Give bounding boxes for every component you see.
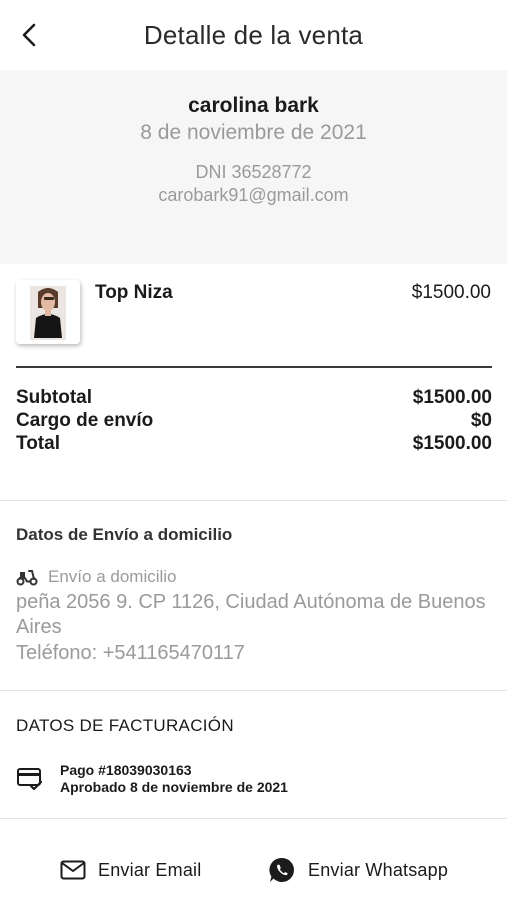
shipping-cost-row: Cargo de envío $0 bbox=[16, 409, 492, 432]
section-divider bbox=[0, 500, 507, 501]
product-image bbox=[16, 280, 80, 344]
payment-status: Aprobado 8 de noviembre de 2021 bbox=[60, 779, 288, 795]
scooter-icon bbox=[16, 570, 38, 586]
credit-card-check-icon bbox=[17, 768, 43, 791]
shipping-method-label: Envío a domicilio bbox=[48, 567, 177, 586]
action-bar: Enviar Email Enviar Whatsapp bbox=[0, 845, 507, 895]
subtotal-row: Subtotal $1500.00 bbox=[16, 386, 492, 409]
product-price: $1500.00 bbox=[411, 282, 491, 303]
customer-name: carolina bark bbox=[188, 94, 319, 117]
totals-summary: Subtotal $1500.00 Cargo de envío $0 Tota… bbox=[16, 386, 492, 455]
send-email-button[interactable]: Enviar Email bbox=[60, 845, 201, 895]
shipping-cost-label: Cargo de envío bbox=[16, 410, 154, 431]
shipping-phone[interactable]: Teléfono: +541165470117 bbox=[16, 642, 245, 665]
mail-icon bbox=[60, 860, 86, 880]
total-value: $1500.00 bbox=[412, 433, 492, 454]
customer-email[interactable]: carobark91@gmail.com bbox=[0, 185, 507, 206]
whatsapp-icon bbox=[269, 857, 294, 882]
send-whatsapp-label: Enviar Whatsapp bbox=[308, 859, 449, 880]
send-email-label: Enviar Email bbox=[98, 859, 202, 880]
shipping-address: peña 2056 9. CP 1126, Ciudad Autónoma de… bbox=[16, 591, 486, 638]
product-name: Top Niza bbox=[95, 282, 173, 303]
billing-section-title: DATOS DE FACTURACIÓN bbox=[16, 716, 234, 735]
subtotal-value: $1500.00 bbox=[412, 387, 492, 408]
product-thumbnail[interactable] bbox=[16, 280, 80, 344]
page-title: Detalle de la venta bbox=[143, 20, 364, 50]
app-header: Detalle de la venta bbox=[0, 0, 507, 70]
shipping-cost-value: $0 bbox=[470, 410, 492, 431]
totals-divider bbox=[16, 366, 492, 368]
product-row: Top Niza $1500.00 bbox=[0, 264, 507, 364]
total-row: Total $1500.00 bbox=[16, 432, 492, 455]
send-whatsapp-button[interactable]: Enviar Whatsapp bbox=[268, 845, 448, 895]
subtotal-label: Subtotal bbox=[16, 387, 92, 408]
section-divider bbox=[0, 818, 507, 819]
shipping-method: Envío a domicilio bbox=[16, 567, 177, 587]
sale-date: 8 de noviembre de 2021 bbox=[140, 121, 367, 144]
payment-id: Pago #18039030163 bbox=[60, 762, 192, 778]
section-divider bbox=[0, 690, 507, 691]
payment-info: Pago #18039030163 Aprobado 8 de noviembr… bbox=[16, 762, 476, 798]
customer-dni: DNI 36528772 bbox=[195, 162, 312, 182]
total-label: Total bbox=[16, 433, 60, 454]
shipping-section-title: Datos de Envío a domicilio bbox=[16, 525, 233, 544]
customer-panel: carolina bark 8 de noviembre de 2021 DNI… bbox=[0, 70, 507, 264]
